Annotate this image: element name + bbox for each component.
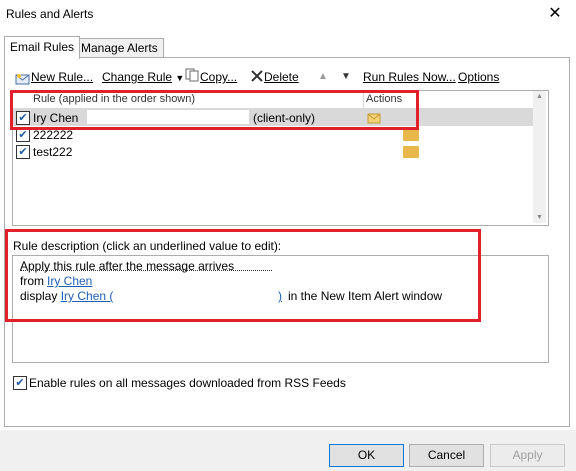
move-down-icon[interactable]: ▼ <box>341 68 351 86</box>
rule-checkbox[interactable]: ✔ <box>16 128 30 142</box>
move-to-folder-icon <box>403 129 419 141</box>
move-to-folder-icon <box>403 146 419 158</box>
apply-button[interactable]: Apply <box>490 444 565 467</box>
copy-button[interactable]: Copy... <box>184 68 237 86</box>
change-rule-button[interactable]: Change Rule ▼ <box>102 68 184 86</box>
highlight-box-rule <box>10 90 419 130</box>
dropdown-arrow-icon: ▼ <box>175 73 185 83</box>
copy-label: Copy... <box>200 70 238 84</box>
rules-list-scrollbar[interactable]: ▲ ▼ <box>533 91 546 223</box>
rule-row[interactable]: ✔ test222 <box>13 143 533 160</box>
new-rule-label: New Rule... <box>31 70 94 84</box>
cancel-button[interactable]: Cancel <box>409 444 484 467</box>
delete-button[interactable]: Delete <box>250 68 299 86</box>
ok-button[interactable]: OK <box>329 444 404 467</box>
close-icon[interactable]: ✕ <box>544 3 566 25</box>
change-rule-label: Change Rule <box>102 70 173 84</box>
tab-manage-alerts[interactable]: Manage Alerts <box>75 38 164 58</box>
scroll-up-icon[interactable]: ▲ <box>536 93 543 100</box>
rule-checkbox[interactable]: ✔ <box>16 145 30 159</box>
new-rule-icon <box>15 72 31 85</box>
rule-name: 222222 <box>33 128 74 142</box>
options-button[interactable]: Options <box>458 68 499 86</box>
run-rules-now-button[interactable]: Run Rules Now... <box>363 68 456 86</box>
rss-enable-checkbox[interactable]: ✔ <box>13 376 27 390</box>
highlight-box-description <box>5 229 481 322</box>
rule-name: test222 <box>33 145 73 159</box>
copy-icon <box>184 68 200 87</box>
window-title: Rules and Alerts <box>6 7 94 21</box>
tab-email-rules[interactable]: Email Rules <box>4 36 81 59</box>
delete-icon <box>250 69 264 87</box>
rss-enable-label: Enable rules on all messages downloaded … <box>29 376 346 390</box>
move-up-icon[interactable]: ▲ <box>318 68 328 86</box>
scroll-down-icon[interactable]: ▼ <box>536 214 543 221</box>
new-rule-button[interactable]: New Rule... <box>15 68 93 86</box>
delete-label: Delete <box>264 70 299 84</box>
